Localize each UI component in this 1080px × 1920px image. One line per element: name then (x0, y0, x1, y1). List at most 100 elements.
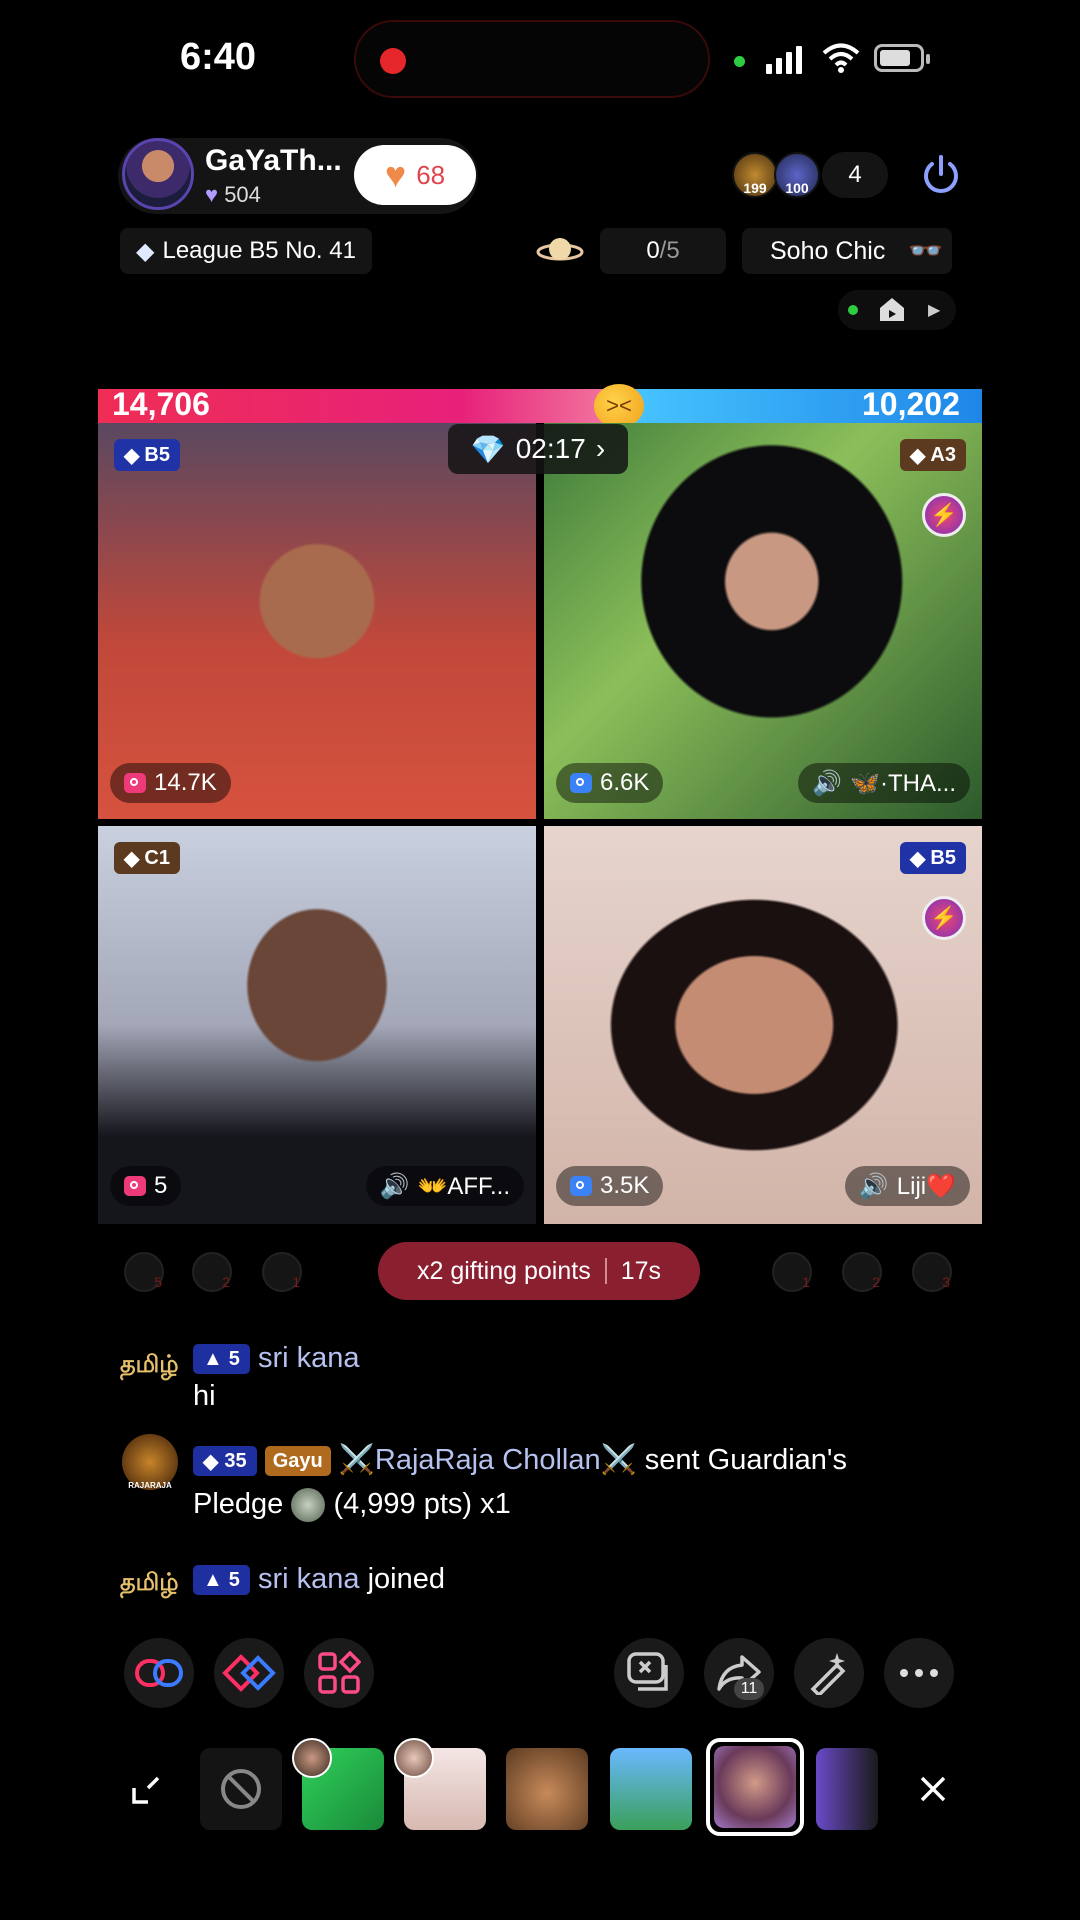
guest-video-tile-3[interactable]: ◆ C1 5 🔊 👐AFF... (98, 826, 536, 1224)
more-icon (900, 1669, 938, 1677)
gifting-countdown: 17s (620, 1256, 662, 1285)
camera-icon (124, 773, 146, 793)
battle-timer[interactable]: 💎 02:17 › (448, 424, 628, 474)
chat-avatar[interactable]: தமிழ் (120, 1350, 179, 1381)
progress-total: /5 (659, 237, 680, 264)
tile-stat: 14.7K (110, 763, 231, 803)
host-followers-count: 504 (224, 182, 261, 207)
chat-avatar[interactable]: தமிழ் (120, 1568, 179, 1599)
comment-settings-button[interactable] (614, 1638, 684, 1708)
rank-badge: ◆ B5 (114, 439, 180, 471)
home-icon[interactable] (878, 296, 906, 322)
versus-icon (222, 1654, 276, 1692)
league-label: League B5 No. 41 (162, 237, 356, 264)
heart-icon: ♥ (205, 182, 219, 207)
gifter-avatar[interactable]: 1 (772, 1252, 812, 1292)
more-button[interactable] (884, 1638, 954, 1708)
effect-thumbnail[interactable] (506, 1748, 588, 1830)
triangle-icon: ▲ (203, 1568, 223, 1591)
diamond-icon: ◆ (136, 237, 155, 265)
chat-message: ▲ 5 sri kana (193, 1342, 360, 1375)
chat-username[interactable]: sri kana (258, 1563, 360, 1595)
rank-badge: ◆ A3 (900, 439, 966, 471)
guest-video-tile-2[interactable]: ◆ A3 ⚡ 6.6K 🔊 🦋·THA... (544, 423, 982, 819)
divider (604, 1258, 607, 1284)
diamond-icon: ◆ (124, 444, 140, 467)
camera-icon (124, 1176, 146, 1196)
speaker-icon: 🔊 (812, 769, 843, 797)
diamond-icon: ◆ (124, 847, 140, 870)
multi-guest-button[interactable] (124, 1638, 194, 1708)
chat-avatar[interactable]: RAJARAJA (122, 1434, 178, 1490)
like-button[interactable]: ♥ 68 (354, 145, 476, 205)
chevron-right-icon[interactable]: ▶ (928, 300, 940, 320)
chat-message: ◆ 35 Gayu ⚔️RajaRaja Chollan⚔️ sent Guard… (193, 1443, 847, 1477)
camera-in-use-icon (734, 56, 745, 67)
gifter-avatar[interactable]: 1 (262, 1252, 302, 1292)
apps-button[interactable] (304, 1638, 374, 1708)
top-viewer-avatar[interactable]: 100 (774, 152, 820, 198)
battle-mascot-icon: >< (594, 384, 644, 428)
effect-creator-avatar (292, 1738, 332, 1778)
apps-grid-icon (318, 1651, 361, 1694)
top-viewer-avatar[interactable]: 199 (732, 152, 778, 198)
effect-thumbnail[interactable] (610, 1748, 692, 1830)
guest-video-tile-1[interactable]: ◆ B5 14.7K (98, 423, 536, 819)
guest-name-tag[interactable]: 🔊 Liji❤️ (844, 1166, 970, 1206)
gifter-avatar[interactable]: 2 (192, 1252, 232, 1292)
gift-icon (291, 1488, 326, 1523)
chat-text: joined (367, 1563, 445, 1595)
chevron-right-icon: › (595, 433, 606, 464)
level-badge: ◆ 35 (193, 1446, 257, 1477)
gifter-avatar[interactable]: 3 (912, 1252, 952, 1292)
chat-text: Pledge (4,999 pts) x1 (193, 1488, 511, 1523)
enhance-button[interactable] (794, 1638, 864, 1708)
progress-current: 0 (646, 237, 660, 264)
gifter-avatar[interactable]: 5 (124, 1252, 164, 1292)
battery-icon (874, 44, 930, 72)
chat-text: hi (193, 1380, 216, 1412)
camera-icon (570, 773, 592, 793)
diamond-icon: ◆ (910, 847, 926, 870)
viewer-rank-label: 199 (743, 180, 767, 196)
viewer-count[interactable]: 4 (822, 152, 888, 198)
host-avatar[interactable] (122, 138, 194, 210)
planet-icon (536, 238, 584, 261)
magic-wand-icon (810, 1653, 846, 1695)
diamond-icon: ◆ (910, 444, 926, 467)
boost-icon[interactable]: ⚡ (922, 493, 966, 537)
battle-score-right: 10,202 (862, 386, 960, 422)
camera-icon (570, 1176, 592, 1196)
rank-badge: ◆ C1 (114, 842, 180, 874)
tile-stat: 6.6K (556, 763, 664, 803)
gifting-multiplier-banner[interactable]: x2 gifting points 17s (378, 1242, 700, 1300)
online-dot-icon (848, 305, 858, 315)
sunglasses-icon: 👓 (908, 235, 943, 266)
prohibit-icon (221, 1769, 261, 1809)
boost-icon[interactable]: ⚡ (922, 896, 966, 940)
collapse-icon[interactable] (130, 1774, 162, 1806)
gifter-avatar[interactable]: 2 (842, 1252, 882, 1292)
effect-thumbnail[interactable] (816, 1748, 878, 1830)
guest-name-tag[interactable]: 🔊 🦋·THA... (798, 763, 970, 803)
link-icon (135, 1659, 183, 1687)
guest-video-tile-4[interactable]: ◆ B5 ⚡ 3.5K 🔊 Liji❤️ (544, 826, 982, 1224)
guest-name-tag[interactable]: 🔊 👐AFF... (365, 1166, 524, 1206)
league-badge[interactable]: ◆ League B5 No. 41 (120, 228, 372, 274)
wifi-icon (822, 43, 860, 73)
viewer-rank-label: 100 (785, 180, 809, 196)
cellular-signal-icon (766, 44, 802, 74)
close-icon[interactable] (918, 1774, 948, 1804)
chat-username[interactable]: ⚔️RajaRaja Chollan⚔️ (339, 1444, 637, 1476)
power-icon[interactable] (918, 152, 964, 198)
speaker-icon: 🔊 (379, 1172, 410, 1200)
speaker-icon: 🔊 (858, 1172, 889, 1200)
effect-thumbnail[interactable] (714, 1746, 796, 1828)
host-name: GaYaTh... (205, 144, 342, 177)
chat-username[interactable]: sri kana (258, 1342, 360, 1374)
host-followers: ♥ 504 (205, 182, 261, 208)
no-effect-button[interactable] (200, 1748, 282, 1830)
triangle-icon: ▲ (203, 1347, 223, 1370)
battle-button[interactable] (214, 1638, 284, 1708)
task-progress[interactable]: 0/5 (600, 228, 726, 274)
